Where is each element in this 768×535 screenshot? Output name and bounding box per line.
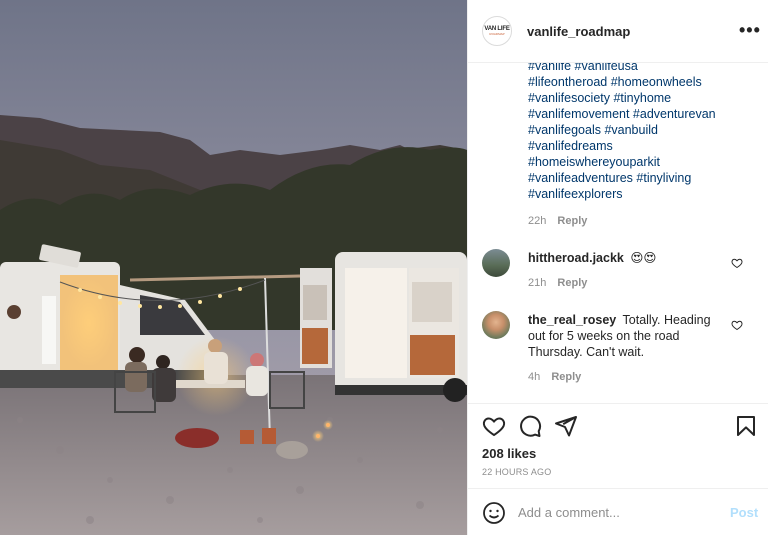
post-photo[interactable] [0,0,467,535]
comment-time: 4h [528,371,541,383]
campsite-illustration [0,0,467,535]
comment-username[interactable]: hittheroad.jackk [528,251,624,265]
comment-meta: 21h Reply [528,277,587,289]
author-avatar[interactable]: VAN LIFE ROADMAP [482,16,512,46]
comment-bubble-icon[interactable] [518,414,542,438]
comment-time: 21h [528,277,547,289]
more-options-icon[interactable]: ••• [739,20,761,41]
avatar-logo-subtext: ROADMAP [489,32,505,36]
caption-time: 22h [528,215,547,227]
author-username[interactable]: vanlife_roadmap [527,24,630,39]
post-sidebar: VAN LIFE ROADMAP vanlife_roadmap ••• #va… [467,0,768,535]
post-actions: 208 likes 22 HOURS AGO [468,403,768,488]
comment-reply-button[interactable]: Reply [557,277,587,289]
like-comment-heart-icon[interactable] [731,319,743,331]
hashtag-line[interactable]: #lifeontheroad #homeonwheels [528,74,753,90]
comment-text: 😍😍 [630,251,657,265]
share-send-icon[interactable] [554,414,578,438]
hashtag-line[interactable]: #homeiswhereyouparkit [528,154,753,170]
like-comment-heart-icon[interactable] [731,257,743,269]
comments-list[interactable]: #vanlife #vanlifeusa #lifeontheroad #hom… [468,63,768,403]
post-timestamp: 22 HOURS AGO [482,467,552,477]
post-header: VAN LIFE ROADMAP vanlife_roadmap ••• [468,0,768,63]
comment-reply-button[interactable]: Reply [551,371,581,383]
hashtag-line[interactable]: #vanlifegoals #vanbuild [528,122,753,138]
caption-meta: 22h Reply [528,215,587,227]
save-bookmark-icon[interactable] [734,414,758,438]
hashtag-line[interactable]: #vanlifemovement #adventurevan [528,106,753,122]
caption-reply-button[interactable]: Reply [557,215,587,227]
hashtag-line[interactable]: #vanlife #vanlifeusa [528,63,753,74]
emoji-smiley-icon[interactable] [482,501,506,525]
comment-body: the_real_rosey Totally. Heading out for … [528,312,728,360]
comment-meta: 4h Reply [528,371,581,383]
hashtag-line[interactable]: #vanlifesociety #tinyhome [528,90,753,106]
like-heart-icon[interactable] [482,414,506,438]
commenter-avatar[interactable] [482,249,510,277]
hashtag-line[interactable]: #vanlifeadventures #tinyliving [528,170,753,186]
post-comment-button[interactable]: Post [730,505,758,520]
likes-count[interactable]: 208 likes [482,446,536,461]
hashtag-line[interactable]: #vanlifeexplorers [528,186,753,202]
caption-hashtags: #vanlife #vanlifeusa #lifeontheroad #hom… [528,63,753,202]
commenter-avatar[interactable] [482,311,510,339]
hashtag-line[interactable]: #vanlifedreams [528,138,753,154]
comment-username[interactable]: the_real_rosey [528,313,616,327]
add-comment-input[interactable] [518,502,718,522]
comment-body: hittheroad.jackk 😍😍 [528,250,728,266]
comment-composer: Post [468,488,768,535]
